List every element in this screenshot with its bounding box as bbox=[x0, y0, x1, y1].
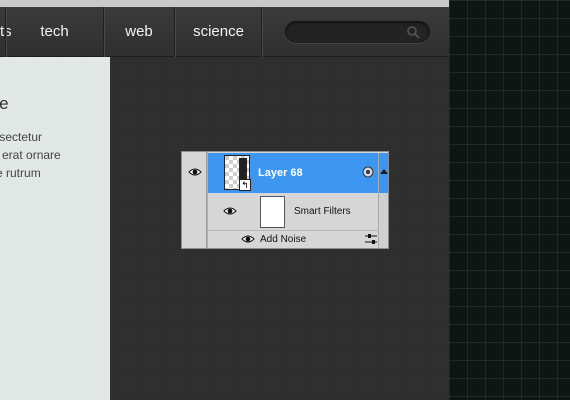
layer-name[interactable]: Layer 68 bbox=[258, 167, 303, 179]
smart-filters-label: Smart Filters bbox=[294, 206, 351, 217]
nav-item-tech[interactable]: tech bbox=[5, 7, 103, 57]
layer-row-selected[interactable]: ↰ Layer 68 bbox=[208, 153, 378, 193]
eye-icon[interactable] bbox=[188, 167, 202, 177]
filter-mask-thumbnail[interactable] bbox=[260, 196, 285, 228]
nav-top-strip bbox=[0, 0, 449, 7]
nav-item-label: tech bbox=[40, 23, 69, 40]
layer-thumbnail: ↰ bbox=[224, 155, 251, 191]
search-icon[interactable] bbox=[406, 25, 420, 39]
nav-item-label: science bbox=[193, 23, 244, 40]
visibility-column bbox=[182, 152, 207, 248]
navigation-bar: rts tech web science bbox=[0, 7, 449, 57]
search-input[interactable] bbox=[295, 23, 405, 41]
eye-icon[interactable] bbox=[241, 234, 255, 244]
filter-row-add-noise[interactable]: Add Noise bbox=[208, 230, 378, 248]
blending-options-icon[interactable] bbox=[365, 234, 377, 244]
smart-filters-row[interactable]: Smart Filters bbox=[208, 194, 378, 230]
content-panel: ere onsectetur ec erat ornare nte rutrum bbox=[0, 57, 110, 400]
nav-divider bbox=[261, 7, 262, 57]
article-text-line: ec erat ornare bbox=[0, 148, 61, 162]
eye-icon[interactable] bbox=[223, 206, 237, 216]
layers-panel: ↰ Layer 68 Smart Filters Add Noise bbox=[181, 151, 389, 249]
filter-name: Add Noise bbox=[260, 234, 307, 245]
smart-filter-indicator-icon[interactable] bbox=[362, 166, 374, 178]
article-text-line: onsectetur bbox=[0, 130, 43, 144]
scroll-up-icon[interactable] bbox=[380, 169, 388, 174]
article-heading: ere bbox=[0, 94, 9, 113]
layers-scrollbar[interactable] bbox=[378, 153, 388, 248]
search-box[interactable] bbox=[285, 21, 430, 43]
article-text-line: nte rutrum bbox=[0, 166, 41, 180]
nav-item-web[interactable]: web bbox=[103, 7, 174, 57]
grid-background bbox=[449, 0, 570, 400]
nav-item-science[interactable]: science bbox=[174, 7, 262, 57]
smart-object-icon: ↰ bbox=[239, 179, 251, 191]
nav-item-label: web bbox=[125, 23, 153, 40]
